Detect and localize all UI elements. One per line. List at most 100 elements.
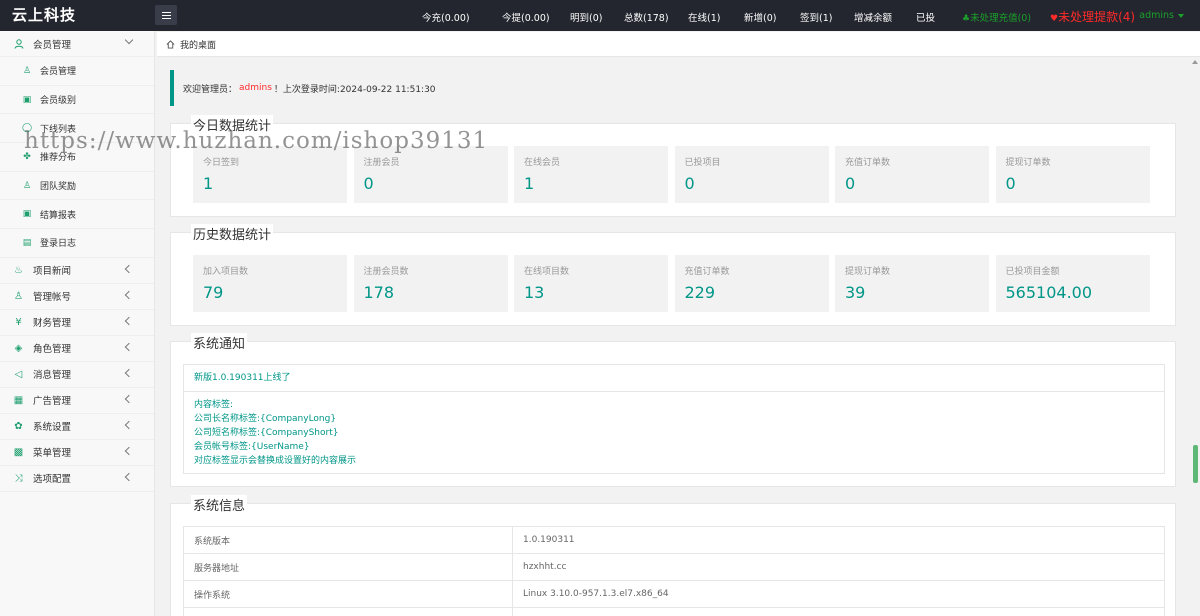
sidebar-group[interactable]: ▩ 菜单管理	[0, 440, 154, 466]
top-bar: 云上科技 今充(0.00) 今提(0.00) 明到(0) 总数(178) 在线(1) 新增…	[0, 0, 1200, 31]
sidebar-group[interactable]: ◁ 消息管理	[0, 362, 154, 388]
sidebar-group[interactable]: ▦ 广告管理	[0, 388, 154, 414]
sidebar-group[interactable]: ✿ 系统设置	[0, 414, 154, 440]
sidebar-subitem-label: 结算报表	[40, 210, 77, 221]
scroll-up-icon[interactable]	[1192, 60, 1198, 64]
top-nav-item[interactable]: 在线(1)	[688, 10, 720, 24]
chevron-left-icon	[124, 316, 134, 326]
breadcrumb-item[interactable]: 我的桌面	[180, 38, 216, 51]
stat-label: 已投项目金额	[1005, 267, 1060, 277]
log-icon: ▤	[22, 237, 32, 248]
history-stats-title: 历史数据统计	[191, 224, 274, 243]
stat-label: 已投项目	[684, 158, 721, 168]
chevron-left-icon	[124, 368, 134, 378]
sidebar-group-label: 管理帐号	[33, 292, 72, 304]
top-nav-item[interactable]: 总数(178)	[624, 10, 669, 24]
chevron-left-icon	[124, 342, 134, 352]
role-icon: ◈	[14, 342, 23, 354]
sidebar-group[interactable]: ♨ 项目新闻	[0, 258, 154, 284]
ad-icon: ▦	[13, 394, 24, 406]
scrollbar-track[interactable]	[1190, 58, 1200, 616]
notice-box: 新版1.0.190311上线了 内容标签: 公司长名称标签:{CompanyLon…	[183, 364, 1165, 474]
sidebar-subitem-label: 会员管理	[40, 67, 77, 78]
stat-label: 充值订单数	[684, 267, 730, 277]
welcome-prefix: 欢迎管理员：	[183, 84, 238, 95]
stat-value: 1	[524, 174, 535, 193]
sidebar: 会员管理 ♙ 会员管理 ▣ 会员级别 ◯ 下线列表 ✤ 推荐分布 ♙ 团队奖励 ▣ 结算报表 ▤ 登录日志…	[0, 31, 155, 616]
brand-logo: 云上科技	[12, 6, 77, 24]
sidebar-group-label: 广告管理	[33, 396, 72, 408]
stat-card: 在线项目数 13	[514, 255, 668, 312]
welcome-admin: admins	[239, 83, 272, 93]
stat-label: 注册会员	[363, 158, 400, 168]
menu-toggle-button[interactable]	[155, 5, 177, 25]
top-nav-item[interactable]: 已投	[916, 10, 935, 24]
stat-value: 0	[363, 174, 374, 193]
top-nav-item[interactable]: 明到(0)	[570, 10, 602, 24]
scrollbar-thumb[interactable]	[1193, 445, 1198, 483]
stat-value: 0	[1005, 174, 1016, 193]
sidebar-subitem-label: 会员级别	[40, 96, 77, 107]
sidebar-group-label: 菜单管理	[33, 448, 72, 460]
stat-value: 13	[524, 283, 545, 302]
chevron-down-icon	[1178, 13, 1184, 18]
table-row: 运行环境	[183, 607, 1165, 616]
table-cell-key: 运行环境	[183, 607, 513, 616]
notice-line: 内容标签:	[194, 400, 234, 410]
notice-title: 系统通知	[191, 333, 248, 352]
sidebar-group[interactable]: ⤨ 选项配置	[0, 466, 154, 492]
sysinfo-title: 系统信息	[191, 495, 248, 514]
top-nav-label: 签到(1)	[800, 13, 833, 24]
stat-label: 注册会员数	[363, 267, 409, 277]
top-nav-label: 增减余额	[854, 13, 893, 24]
team-icon: ♙	[22, 180, 32, 191]
sidebar-group[interactable]: ♙ 管理帐号	[0, 284, 154, 310]
sidebar-subitem-label: 团队奖励	[40, 182, 77, 193]
top-nav-item[interactable]: 增减余额	[854, 10, 892, 24]
sidebar-group-label: 系统设置	[33, 422, 72, 434]
welcome-banner: 欢迎管理员： admins ！上次登录时间:2024-09-22 11:51:30	[170, 70, 1176, 106]
top-nav-item[interactable]: ♣未处理充值(0)	[962, 10, 1031, 24]
stat-value: 178	[363, 283, 395, 302]
chevron-left-icon	[124, 446, 134, 456]
notice-headline[interactable]: 新版1.0.190311上线了	[184, 365, 1164, 392]
sidebar-group-member[interactable]: 会员管理	[0, 31, 154, 57]
stat-label: 在线会员	[524, 158, 561, 168]
sidebar-group[interactable]: ¥ 财务管理	[0, 310, 154, 336]
stat-label: 加入项目数	[203, 267, 249, 277]
sidebar-group-label: 项目新闻	[33, 266, 72, 278]
sidebar-subitem-label: 登录日志	[40, 239, 77, 250]
top-nav-label: 今提(0.00)	[502, 13, 550, 24]
bell-icon: ♣	[962, 14, 971, 24]
sidebar-subitem[interactable]: ▣ 结算报表	[0, 200, 154, 230]
sidebar-subitem[interactable]: ▤ 登录日志	[0, 229, 154, 258]
top-nav-item[interactable]: 今充(0.00)	[422, 10, 470, 24]
menu-icon: ▩	[13, 446, 24, 458]
top-nav-item[interactable]: ♥未处理提款(4)	[1050, 8, 1135, 25]
admin-icon: ♙	[14, 290, 23, 302]
table-cell-key: 系统版本	[183, 526, 513, 554]
sidebar-subitem[interactable]: ▣ 会员级别	[0, 85, 154, 115]
sidebar-subitem[interactable]: ♙ 团队奖励	[0, 171, 154, 201]
options-icon: ⤨	[14, 472, 23, 484]
top-nav-item[interactable]: 今提(0.00)	[502, 10, 550, 24]
chevron-left-icon	[124, 472, 134, 482]
stat-label: 提现订单数	[1005, 158, 1051, 168]
top-nav-item[interactable]: 新增(0)	[744, 10, 776, 24]
notice-body: 内容标签: 公司长名称标签:{CompanyLong} 公司短名称标签:{Compa…	[184, 392, 1164, 474]
sidebar-group-label: 选项配置	[33, 474, 72, 486]
table-cell-value: hzxhht.cc	[512, 553, 1165, 581]
top-nav-label: 已投	[916, 13, 936, 24]
sysinfo-panel: 系统信息 系统版本 1.0.190311 服务器地址 hzxhht.cc 操作系统 Lin…	[170, 495, 1176, 616]
top-nav-label: 总数(178)	[624, 13, 669, 24]
welcome-suffix: ！上次登录时间:2024-09-22 11:51:30	[273, 84, 436, 95]
sidebar-group[interactable]: ◈ 角色管理	[0, 336, 154, 362]
user-menu[interactable]: admins	[1139, 0, 1184, 31]
stat-card: 已投项目金额 565104.00	[995, 255, 1150, 312]
stat-value: 565104.00	[1005, 283, 1093, 302]
stat-card: 提现订单数 39	[835, 255, 989, 312]
top-nav-item[interactable]: 签到(1)	[800, 10, 832, 24]
user-name: admins	[1139, 10, 1174, 21]
chevron-down-icon	[124, 35, 134, 45]
sidebar-subitem[interactable]: ♙ 会员管理	[0, 57, 154, 86]
